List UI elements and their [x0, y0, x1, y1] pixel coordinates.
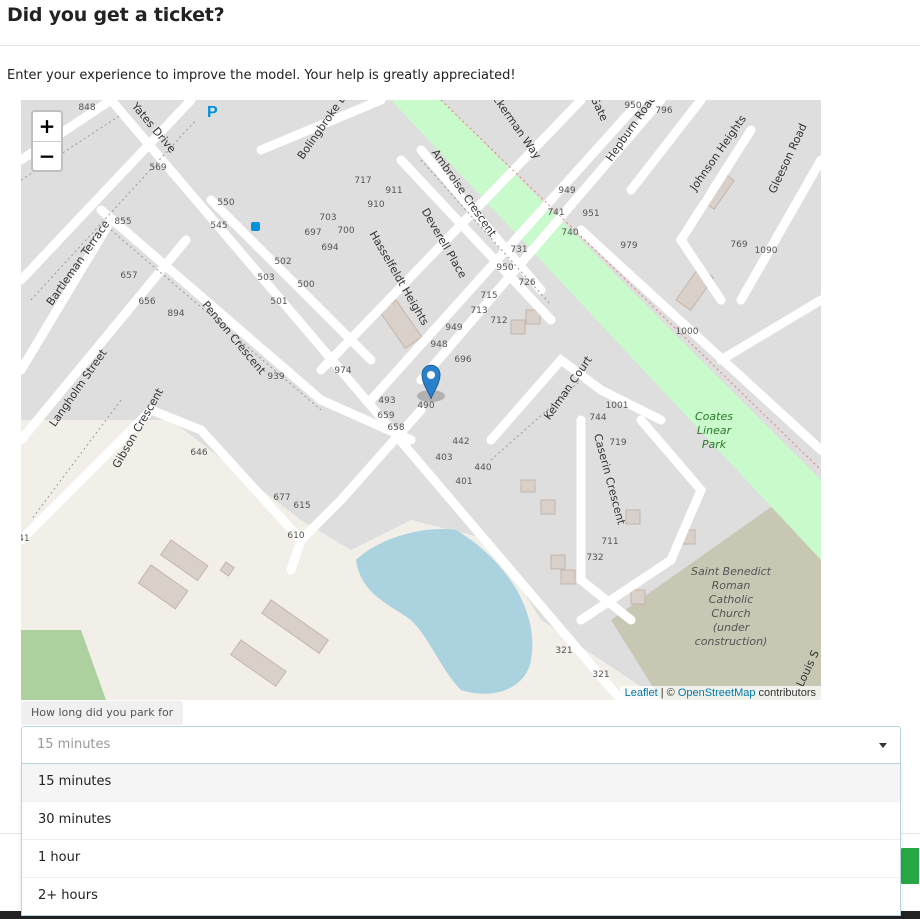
house-number-label: 677: [273, 493, 290, 503]
intro-text: Enter your experience to improve the mod…: [7, 68, 516, 83]
house-number-label: 658: [387, 423, 404, 433]
house-number-label: 610: [287, 531, 304, 541]
openstreetmap-link[interactable]: OpenStreetMap: [678, 687, 756, 699]
option-1-hour[interactable]: 1 hour: [22, 840, 900, 878]
page-title: Did you get a ticket?: [7, 4, 225, 26]
house-number-label: 796: [655, 106, 672, 116]
house-number-label: 950: [496, 263, 513, 273]
house-number-label: 979: [620, 241, 637, 251]
house-number-label: 1001: [606, 401, 629, 411]
house-number-label: 659: [377, 411, 394, 421]
house-number-label: 717: [354, 176, 371, 186]
park-duration-label: How long did you park for: [21, 701, 184, 725]
house-number-label: 545: [210, 221, 227, 231]
house-number-label: 741: [547, 208, 564, 218]
house-number-label: 442: [452, 437, 469, 447]
house-number-label: 769: [730, 240, 747, 250]
option-15-minutes[interactable]: 15 minutes: [22, 764, 900, 802]
attribution-separator: | ©: [657, 687, 678, 699]
house-number-label: 894: [167, 309, 184, 319]
house-number-label: 740: [561, 228, 578, 238]
submit-button[interactable]: [899, 848, 919, 884]
house-number-label: 696: [454, 355, 471, 365]
page-header: Did you get a ticket?: [0, 0, 920, 46]
house-number-label: 490: [417, 401, 434, 411]
house-number-label: 1000: [676, 327, 699, 337]
church-label: Church: [711, 607, 750, 620]
house-number-label: 711: [601, 537, 618, 547]
house-number-label: 744: [589, 413, 606, 423]
house-number-label: 1090: [755, 246, 778, 256]
house-number-label: 403: [435, 453, 452, 463]
house-number-label: 321: [555, 646, 572, 656]
park-label: Park: [702, 438, 727, 451]
church-label: Roman: [712, 579, 751, 592]
house-number-label: 910: [367, 200, 384, 210]
house-number-label: 715: [480, 291, 497, 301]
house-number-label: 569: [149, 163, 166, 173]
house-number-label: 712: [490, 316, 507, 326]
house-number-label: 855: [114, 217, 131, 227]
chevron-down-icon: [879, 743, 887, 748]
house-number-label: 503: [257, 273, 274, 283]
leaflet-link[interactable]: Leaflet: [625, 687, 658, 699]
map[interactable]: P Yates DriveBolingbroke DriveVickerman …: [21, 100, 821, 700]
house-number-label: 949: [558, 186, 575, 196]
house-number-label: 500: [297, 280, 314, 290]
map-tiles[interactable]: P Yates DriveBolingbroke DriveVickerman …: [21, 100, 821, 700]
park-label: Coates: [695, 410, 733, 423]
church-label: Catholic: [709, 593, 754, 606]
house-number-label: 949: [445, 323, 462, 333]
house-number-label: 541: [21, 534, 30, 544]
house-number-label: 848: [78, 103, 95, 113]
house-number-label: 732: [586, 553, 603, 563]
dropdown-menu: 15 minutes 30 minutes 1 hour 2+ hours: [21, 764, 901, 916]
house-number-label: 502: [274, 257, 291, 267]
house-number-label: 646: [190, 448, 207, 458]
house-number-label: 657: [120, 271, 137, 281]
house-number-label: 697: [304, 228, 321, 238]
park-duration-select[interactable]: 15 minutes: [21, 726, 901, 764]
house-number-label: 951: [582, 209, 599, 219]
zoom-in-button[interactable]: +: [33, 112, 61, 142]
attribution-suffix: contributors: [755, 687, 816, 699]
option-30-minutes[interactable]: 30 minutes: [22, 802, 900, 840]
house-number-label: 493: [378, 396, 395, 406]
house-number-label: 911: [385, 186, 402, 196]
house-number-label: 703: [319, 213, 336, 223]
house-number-label: 550: [217, 198, 234, 208]
house-number-label: 700: [337, 226, 354, 236]
house-number-label: 939: [267, 372, 284, 382]
house-number-label: 713: [470, 306, 487, 316]
zoom-control: + −: [31, 110, 63, 172]
house-number-label: 726: [518, 278, 535, 288]
select-value: 15 minutes: [37, 737, 111, 752]
house-number-label: 401: [455, 477, 472, 487]
house-number-label: 948: [430, 340, 447, 350]
house-number-label: 615: [293, 501, 310, 511]
svg-text:P: P: [207, 104, 218, 121]
house-number-label: 656: [138, 297, 155, 307]
map-attribution: Leaflet | © OpenStreetMap contributors: [619, 686, 821, 700]
church-label: (under: [713, 621, 751, 634]
house-number-label: 440: [474, 463, 491, 473]
option-2-plus-hours[interactable]: 2+ hours: [22, 878, 900, 915]
house-number-label: 950: [624, 101, 641, 111]
zoom-out-button[interactable]: −: [33, 142, 61, 171]
house-number-label: 694: [321, 243, 338, 253]
house-number-label: 974: [334, 366, 351, 376]
church-label: Saint Benedict: [691, 565, 772, 578]
house-number-label: 731: [510, 245, 527, 255]
house-number-label: 321: [592, 670, 609, 680]
park-label: Linear: [697, 424, 733, 437]
house-number-label: 719: [609, 438, 626, 448]
church-label: construction): [695, 635, 768, 648]
house-number-label: 501: [270, 297, 287, 307]
